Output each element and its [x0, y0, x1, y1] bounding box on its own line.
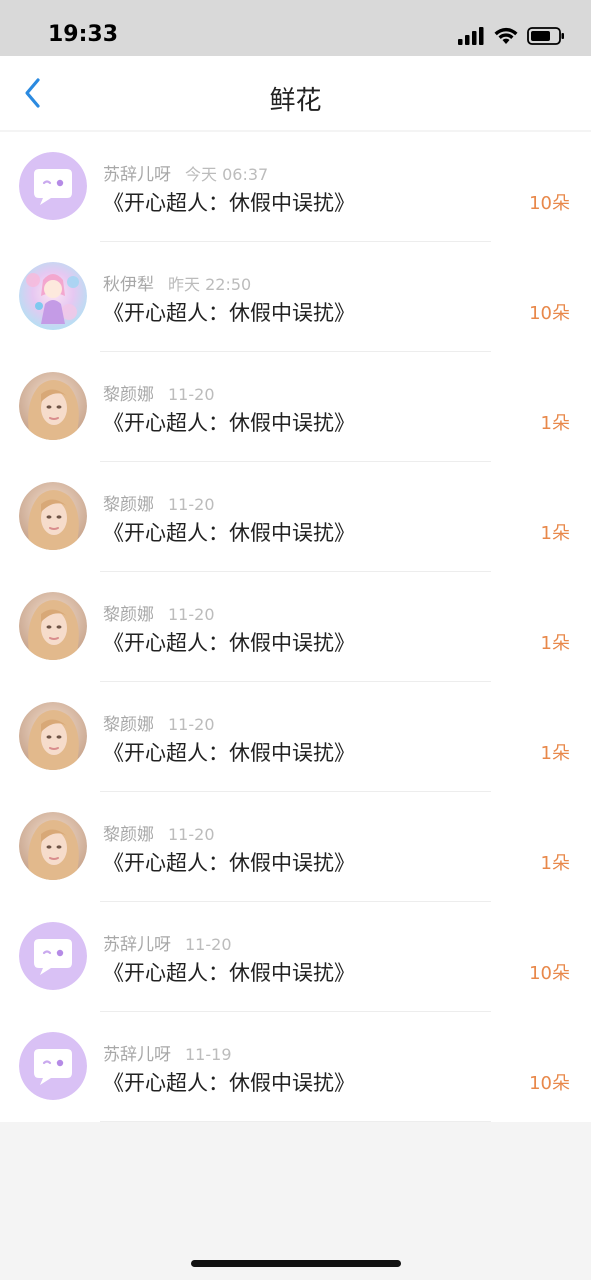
- sender-line: 苏辞儿呀 11-19: [103, 1040, 232, 1065]
- avatar[interactable]: [19, 482, 87, 550]
- send-time: 11-20: [168, 385, 215, 404]
- send-time: 今天 06:37: [185, 165, 269, 184]
- flower-count: 10朵: [529, 303, 570, 324]
- flower-count: 10朵: [529, 1073, 570, 1094]
- sender-name[interactable]: 苏辞儿呀: [103, 1045, 171, 1065]
- send-time: 11-20: [168, 495, 215, 514]
- send-time: 11-19: [185, 1045, 232, 1064]
- list-item[interactable]: 苏辞儿呀 11-19 《开心超人：休假中误扰》 10朵: [0, 1012, 591, 1122]
- sender-line: 黎颜娜 11-20: [103, 600, 215, 625]
- status-time: 19:33: [48, 22, 119, 47]
- flower-count: 10朵: [529, 193, 570, 214]
- send-time: 11-20: [185, 935, 232, 954]
- list-item[interactable]: 黎颜娜 11-20 《开心超人：休假中误扰》 1朵: [0, 462, 591, 572]
- work-title[interactable]: 《开心超人：休假中误扰》: [103, 1067, 355, 1097]
- chat-bubble-icon[interactable]: [19, 922, 87, 990]
- navigation-bar: 鲜花: [0, 56, 591, 130]
- avatar[interactable]: [19, 702, 87, 770]
- sender-line: 苏辞儿呀 今天 06:37: [103, 160, 268, 185]
- work-title[interactable]: 《开心超人：休假中误扰》: [103, 407, 355, 437]
- list-item[interactable]: 苏辞儿呀 今天 06:37 《开心超人：休假中误扰》 10朵: [0, 132, 591, 242]
- sender-line: 黎颜娜 11-20: [103, 820, 215, 845]
- sender-line: 黎颜娜 11-20: [103, 380, 215, 405]
- sender-name[interactable]: 黎颜娜: [103, 825, 154, 845]
- avatar[interactable]: [19, 592, 87, 660]
- work-title[interactable]: 《开心超人：休假中误扰》: [103, 297, 355, 327]
- flower-count: 1朵: [540, 523, 570, 544]
- work-title[interactable]: 《开心超人：休假中误扰》: [103, 627, 355, 657]
- flower-record-list: 苏辞儿呀 今天 06:37 《开心超人：休假中误扰》 10朵 秋伊犁 昨天 22:50 《开…: [0, 132, 591, 1122]
- sender-name[interactable]: 黎颜娜: [103, 715, 154, 735]
- status-icons: [457, 24, 565, 48]
- wifi-icon: [494, 27, 518, 44]
- sender-line: 苏辞儿呀 11-20: [103, 930, 232, 955]
- home-indicator[interactable]: [191, 1260, 401, 1267]
- page-title: 鲜花: [269, 86, 322, 116]
- flower-count: 1朵: [540, 633, 570, 654]
- sender-line: 黎颜娜 11-20: [103, 710, 215, 735]
- sender-name[interactable]: 黎颜娜: [103, 605, 154, 625]
- sender-line: 秋伊犁 昨天 22:50: [103, 270, 251, 295]
- sender-name[interactable]: 黎颜娜: [103, 495, 154, 515]
- flower-count: 10朵: [529, 963, 570, 984]
- work-title[interactable]: 《开心超人：休假中误扰》: [103, 957, 355, 987]
- flower-count: 1朵: [540, 743, 570, 764]
- send-time: 11-20: [168, 605, 215, 624]
- avatar[interactable]: [19, 812, 87, 880]
- divider: [100, 1121, 491, 1122]
- flower-count: 1朵: [540, 413, 570, 434]
- status-bar: 19:33: [0, 0, 591, 56]
- battery-icon: [527, 27, 564, 45]
- chat-bubble-icon[interactable]: [19, 152, 87, 220]
- work-title[interactable]: 《开心超人：休假中误扰》: [103, 517, 355, 547]
- cellular-signal-icon: [458, 27, 484, 45]
- sender-name[interactable]: 秋伊犁: [103, 275, 154, 295]
- list-item[interactable]: 黎颜娜 11-20 《开心超人：休假中误扰》 1朵: [0, 792, 591, 902]
- send-time: 昨天 22:50: [168, 275, 252, 294]
- list-item[interactable]: 黎颜娜 11-20 《开心超人：休假中误扰》 1朵: [0, 352, 591, 462]
- sender-line: 黎颜娜 11-20: [103, 490, 215, 515]
- avatar[interactable]: [19, 372, 87, 440]
- work-title[interactable]: 《开心超人：休假中误扰》: [103, 847, 355, 877]
- chat-bubble-icon[interactable]: [19, 1032, 87, 1100]
- sender-name[interactable]: 黎颜娜: [103, 385, 154, 405]
- list-item[interactable]: 秋伊犁 昨天 22:50 《开心超人：休假中误扰》 10朵: [0, 242, 591, 352]
- sender-name[interactable]: 苏辞儿呀: [103, 165, 171, 185]
- send-time: 11-20: [168, 825, 215, 844]
- sender-name[interactable]: 苏辞儿呀: [103, 935, 171, 955]
- list-item[interactable]: 黎颜娜 11-20 《开心超人：休假中误扰》 1朵: [0, 682, 591, 792]
- avatar[interactable]: [19, 262, 87, 330]
- work-title[interactable]: 《开心超人：休假中误扰》: [103, 737, 355, 767]
- flower-count: 1朵: [540, 853, 570, 874]
- list-item[interactable]: 苏辞儿呀 11-20 《开心超人：休假中误扰》 10朵: [0, 902, 591, 1012]
- send-time: 11-20: [168, 715, 215, 734]
- list-item[interactable]: 黎颜娜 11-20 《开心超人：休假中误扰》 1朵: [0, 572, 591, 682]
- work-title[interactable]: 《开心超人：休假中误扰》: [103, 187, 355, 217]
